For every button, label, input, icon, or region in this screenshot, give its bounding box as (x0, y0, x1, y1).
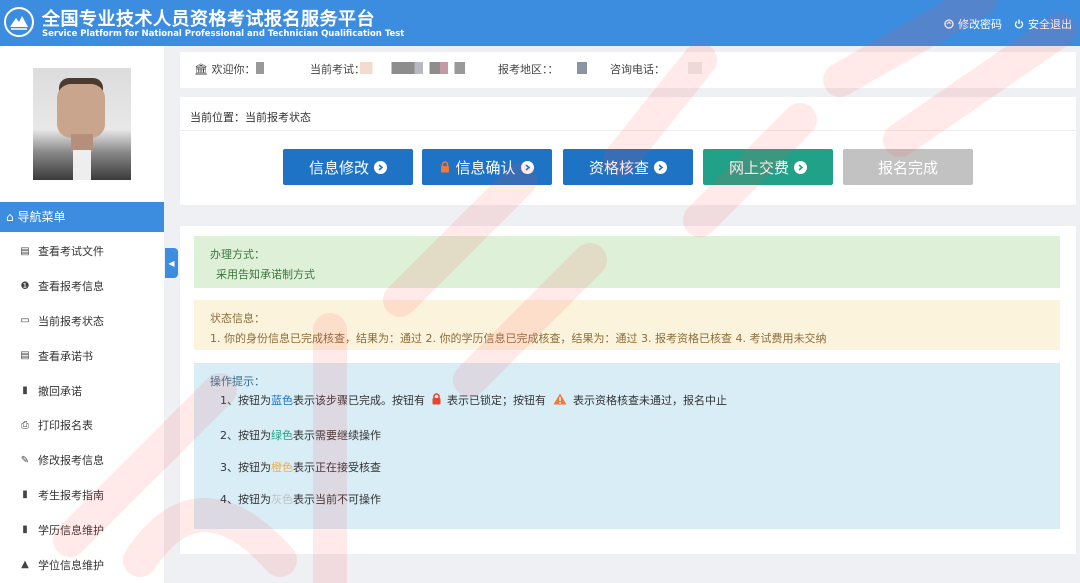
redacted-name (256, 62, 264, 74)
user-avatar (33, 68, 131, 180)
logout-link[interactable]: 安全退出 (1014, 16, 1072, 32)
sidebar-item-commitment[interactable]: ▤ 查看承诺书 (0, 338, 164, 373)
tip-3: 3、按钮为橙色表示正在接受核查 (220, 461, 381, 474)
platform-subtitle: Service Platform for National Profession… (42, 29, 405, 39)
lock-icon (432, 393, 440, 405)
chevron-left-icon: ◀ (168, 258, 175, 268)
step-registration-complete-button[interactable]: 报名完成 (843, 149, 973, 185)
info-icon: ❶ (20, 280, 30, 292)
settings-icon (944, 19, 954, 29)
monitor-icon: ▭ (20, 315, 30, 327)
operation-tips-panel: 操作提示： 1、按钮为蓝色表示该步骤已完成。按钮有 表示已锁定；按钮有 表示资格… (194, 363, 1060, 529)
handling-method-text: 采用告知承诺制方式 (216, 268, 315, 281)
platform-title: 全国专业技术人员资格考试报名服务平台 (42, 9, 375, 30)
phone-label: 咨询电话： (610, 63, 665, 76)
sidebar-item-exam-files[interactable]: ▤ 查看考试文件 (0, 234, 164, 269)
tip-2: 2、按钮为绿色表示需要继续操作 (220, 429, 381, 442)
nav-menu-title: 导航菜单 (17, 210, 66, 224)
sidebar-item-edit-info[interactable]: ✎ 修改报考信息 (0, 443, 164, 478)
handling-method-title: 办理方式： (210, 248, 265, 261)
step-online-payment-button[interactable]: 网上交费 (703, 149, 833, 185)
platform-logo-icon (4, 7, 34, 37)
arrow-right-icon (654, 160, 667, 174)
region-label: 报考地区：： (498, 63, 559, 76)
sidebar-item-education[interactable]: ▮ 学历信息维护 (0, 512, 164, 547)
operation-tips-title: 操作提示： (210, 375, 265, 388)
card-icon: ▤ (20, 350, 30, 362)
redacted-exam (360, 62, 465, 74)
step-edit-info-button[interactable]: 信息修改 (283, 149, 413, 185)
breadcrumb: 当前位置：当前报考状态 (190, 111, 311, 124)
logout-label: 安全退出 (1028, 18, 1072, 31)
redacted-phone (688, 62, 702, 74)
tip-4: 4、按钮为灰色表示当前不可操作 (220, 493, 381, 506)
print-icon: ⎙ (21, 419, 29, 431)
welcome-label: 🏛 欢迎你： (194, 63, 256, 76)
step-confirm-info-button[interactable]: 信息确认 (422, 149, 552, 185)
warning-icon (553, 393, 566, 405)
arrow-right-icon (794, 160, 807, 174)
bank-icon: 🏛 (194, 63, 208, 76)
sidebar-item-degree[interactable]: ▲ 学位信息维护 (0, 547, 164, 582)
guide-icon: ▮ (22, 489, 28, 501)
home-icon: ⌂ (6, 210, 14, 224)
status-info-text: 1. 你的身份信息已完成核查，结果为：通过 2. 你的学历信息已完成核查，结果为… (210, 332, 827, 345)
sidebar-item-current-status[interactable]: ▭ 当前报考状态 (0, 304, 164, 339)
sidebar-item-exam-info[interactable]: ❶ 查看报考信息 (0, 269, 164, 304)
sidebar-item-print[interactable]: ⎙ 打印报名表 (0, 408, 164, 443)
sidebar-item-guide[interactable]: ▮ 考生报考指南 (0, 478, 164, 513)
status-info-panel: 状态信息： 1. 你的身份信息已完成核查，结果为：通过 2. 你的学历信息已完成… (194, 300, 1060, 350)
graduation-cap-icon: ▲ (21, 559, 29, 571)
book-icon: ▮ (22, 385, 28, 397)
file-icon: ▮ (22, 524, 28, 536)
step-qualification-check-button[interactable]: 资格核查 (563, 149, 693, 185)
change-password-label: 修改密码 (958, 18, 1002, 31)
nav-menu-header[interactable]: ⌂ 导航菜单 (0, 202, 164, 232)
sidebar-collapse-toggle[interactable]: ◀ (165, 248, 178, 278)
nav-list: ▤ 查看考试文件 ❶ 查看报考信息 ▭ 当前报考状态 ▤ 查看承诺书 ▮ 撤回承诺 ⎙ 打印… (0, 234, 164, 582)
sidebar: ⌂ 导航菜单 ▤ 查看考试文件 ❶ 查看报考信息 ▭ 当前报考状态 ▤ 查看承诺书 ▮ 撤… (0, 46, 164, 583)
redacted-region (577, 62, 587, 74)
tip-1: 1、按钮为蓝色表示该步骤已完成。按钮有 表示已锁定；按钮有 表示资格核查未通过，… (220, 393, 727, 407)
status-section: 当前位置：当前报考状态 信息修改 信息确认 资格核查 网上交费 报名完成 (180, 97, 1076, 205)
user-info-bar: 🏛 欢迎你： 当前考试： 报考地区：： 咨询电话： (180, 52, 1076, 88)
arrow-right-icon (374, 160, 387, 174)
arrow-right-icon (520, 160, 534, 174)
change-password-link[interactable]: 修改密码 (944, 16, 1002, 32)
current-exam-label: 当前考试： (310, 63, 365, 76)
top-header: 全国专业技术人员资格考试报名服务平台 Service Platform for … (0, 0, 1080, 46)
sidebar-item-withdraw[interactable]: ▮ 撤回承诺 (0, 373, 164, 408)
power-icon (1014, 19, 1024, 29)
handling-method-panel: 办理方式： 采用告知承诺制方式 (194, 236, 1060, 288)
document-icon: ▤ (20, 245, 30, 257)
edit-icon: ✎ (20, 454, 30, 466)
lock-icon (441, 161, 450, 173)
status-info-title: 状态信息： (210, 312, 265, 325)
main-content: 办理方式： 采用告知承诺制方式 状态信息： 1. 你的身份信息已完成核查，结果为… (180, 226, 1076, 554)
